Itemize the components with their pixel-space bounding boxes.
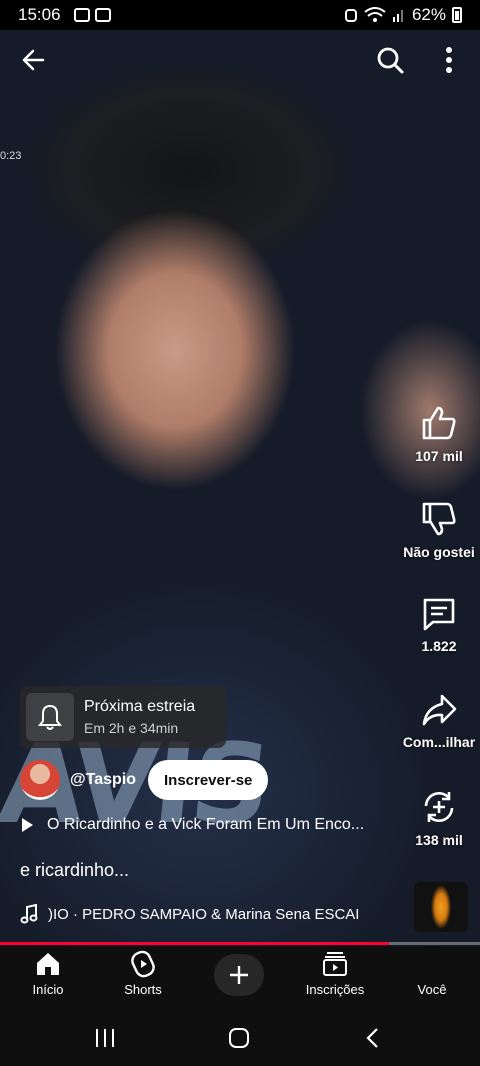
status-time: 15:06 bbox=[18, 5, 61, 24]
comment-icon bbox=[423, 598, 455, 631]
related-video-link[interactable]: O Ricardinho e a Vick Foram Em Um Enco..… bbox=[22, 816, 364, 834]
recent-apps-icon bbox=[96, 1029, 114, 1047]
battery-percent: 62% bbox=[411, 5, 446, 24]
back-system-button[interactable] bbox=[358, 1024, 388, 1052]
nav-subscriptions[interactable]: Inscrições bbox=[287, 950, 383, 997]
notify-bell-button[interactable] bbox=[26, 693, 74, 741]
music-row[interactable]: )IO · PEDRO SAMPAIO & Marina Sena ESCAI bbox=[20, 904, 400, 924]
more-options-button[interactable] bbox=[434, 42, 464, 78]
remix-button[interactable]: 138 mil bbox=[398, 788, 480, 848]
search-icon bbox=[377, 47, 404, 74]
remix-icon bbox=[424, 792, 454, 822]
video-progress-bar[interactable] bbox=[0, 942, 480, 945]
create-button[interactable] bbox=[214, 954, 264, 996]
like-count: 107 mil bbox=[415, 448, 463, 464]
nav-subscriptions-label: Inscrições bbox=[305, 982, 365, 997]
plus-icon bbox=[230, 966, 248, 984]
premiere-card[interactable]: Próxima estreia Em 2h e 34min bbox=[20, 686, 226, 748]
music-track: )IO · PEDRO SAMPAIO & Marina Sena ESCAI bbox=[48, 905, 360, 923]
you-avatar-icon bbox=[418, 950, 446, 978]
home-icon bbox=[37, 953, 59, 975]
remix-count: 138 mil bbox=[415, 832, 463, 848]
channel-name[interactable]: @Taspio bbox=[70, 771, 136, 789]
share-button[interactable]: Com...ilhar bbox=[398, 692, 480, 750]
subscriptions-icon bbox=[323, 952, 347, 976]
arrow-left-icon bbox=[22, 49, 45, 71]
search-button[interactable] bbox=[372, 42, 408, 78]
bottom-nav: Início Shorts Inscrições Você bbox=[0, 946, 480, 1010]
video-caption[interactable]: e ricardinho... bbox=[20, 860, 129, 881]
nav-home-label: Início bbox=[32, 982, 64, 997]
wifi-icon bbox=[364, 7, 386, 22]
recent-apps-button[interactable] bbox=[90, 1024, 120, 1052]
premiere-title: Próxima estreia bbox=[84, 698, 196, 715]
nav-you-label: Você bbox=[417, 982, 447, 997]
thumbs-up-icon bbox=[422, 406, 456, 440]
nav-shorts[interactable]: Shorts bbox=[95, 950, 191, 997]
share-icon bbox=[422, 694, 457, 726]
alarm-icon bbox=[344, 9, 357, 22]
thumbs-down-icon bbox=[422, 502, 456, 536]
music-note-icon bbox=[20, 904, 38, 924]
premiere-text: Próxima estreia Em 2h e 34min bbox=[84, 698, 195, 736]
nav-shorts-label: Shorts bbox=[124, 982, 162, 997]
comments-button[interactable]: 1.822 bbox=[398, 596, 480, 654]
premiere-countdown: Em 2h e 34min bbox=[84, 720, 179, 736]
back-button[interactable] bbox=[16, 42, 52, 78]
share-label: Com...ilhar bbox=[402, 734, 476, 750]
nav-home[interactable]: Início bbox=[0, 950, 96, 997]
signal-icon bbox=[392, 10, 403, 22]
top-bar bbox=[0, 40, 480, 84]
status-bar: 15:06 62% bbox=[0, 0, 480, 30]
comments-count: 1.822 bbox=[421, 638, 457, 654]
play-icon bbox=[22, 818, 33, 832]
bell-icon bbox=[38, 704, 62, 730]
battery-icon bbox=[452, 7, 462, 23]
check-notification-icon bbox=[94, 8, 111, 22]
dislike-button[interactable]: Não gostei bbox=[398, 500, 480, 560]
nav-you[interactable]: Você bbox=[384, 950, 480, 997]
video-timestamp: 0:23 bbox=[0, 150, 22, 162]
more-vertical-icon bbox=[446, 47, 452, 73]
channel-avatar[interactable] bbox=[20, 760, 60, 800]
home-system-button[interactable] bbox=[224, 1024, 254, 1052]
video-progress-fill bbox=[0, 942, 389, 945]
chevron-left-icon bbox=[366, 1028, 378, 1048]
like-button[interactable]: 107 mil bbox=[398, 404, 480, 464]
notification-icon bbox=[73, 8, 90, 22]
channel-row: @Taspio Inscrever-se bbox=[20, 760, 269, 800]
related-video-title: O Ricardinho e a Vick Foram Em Um Enco..… bbox=[47, 816, 365, 833]
home-circle-icon bbox=[229, 1028, 249, 1048]
subscribe-button[interactable]: Inscrever-se bbox=[147, 760, 269, 800]
shorts-icon bbox=[131, 950, 155, 978]
dislike-label: Não gostei bbox=[403, 544, 475, 560]
music-thumbnail[interactable] bbox=[414, 882, 468, 932]
system-nav bbox=[0, 1010, 480, 1066]
